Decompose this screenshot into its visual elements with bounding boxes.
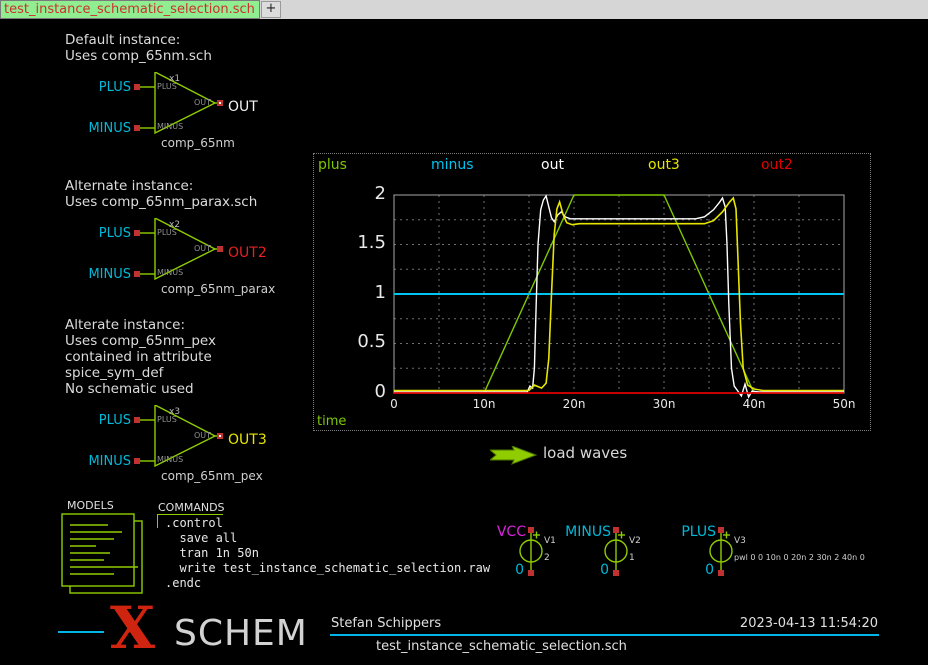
models-stack-icon[interactable] (60, 512, 152, 604)
net-label-out[interactable]: OUT (228, 99, 258, 115)
pin-label-plus: PLUS (157, 415, 177, 424)
net-label-minus[interactable]: MINUS (85, 454, 131, 469)
pin-label-out: OUT (177, 98, 211, 107)
net-label-gnd[interactable]: 0 (595, 562, 609, 578)
pin-label-out: OUT (177, 244, 211, 253)
net-label-plus[interactable]: PLUS (85, 413, 131, 428)
x-tick-30n: 30n (642, 397, 686, 411)
title-block-rule-right (330, 634, 879, 636)
source-designator: V3 (734, 536, 746, 546)
pin-label-minus: MINUS (157, 268, 183, 277)
symbol-name: comp_65nm_pex (161, 469, 263, 483)
x-tick-50n: 50n (822, 397, 866, 411)
x-tick-10n: 10n (462, 397, 506, 411)
title-block-rule-left (58, 631, 104, 633)
x-axis-label: time (317, 414, 346, 429)
y-tick-1-5: 1.5 (342, 232, 386, 253)
load-waves-label: load waves (543, 444, 627, 462)
x-tick-20n: 20n (552, 397, 596, 411)
y-tick-0-5: 0.5 (342, 331, 386, 352)
net-label-plus[interactable]: PLUS (628, 524, 716, 540)
net-label-minus[interactable]: MINUS (85, 267, 131, 282)
net-label-out2[interactable]: OUT2 (228, 245, 267, 261)
schematic-filename: test_instance_schematic_selection.sch (376, 639, 627, 654)
net-label-minus[interactable]: MINUS (523, 524, 611, 540)
instance-heading: Default instance: Uses comp_65nm.sch (65, 32, 212, 64)
tab-current-schematic[interactable]: test_instance_schematic_selection.sch (0, 0, 260, 19)
author-name: Stefan Schippers (331, 616, 441, 631)
xschem-logo-text: SCHEM (174, 614, 308, 654)
models-label: MODELS (67, 499, 114, 512)
pin-label-plus: PLUS (157, 228, 177, 237)
symbol-name: comp_65nm (161, 136, 235, 150)
commands-label: COMMANDS (158, 501, 225, 514)
instance-heading: Alternate instance: Uses comp_65nm_parax… (65, 178, 257, 210)
net-label-gnd[interactable]: 0 (700, 562, 714, 578)
voltage-source-v3[interactable]: PLUS V3 pwl 0 0 10n 0 20n 2 30n 2 40n 0 … (688, 524, 868, 582)
y-tick-2: 2 (342, 183, 386, 204)
comparator-symbol-x1[interactable]: PLUS MINUS OUT x1 PLUS MINUS OUT comp_65… (63, 72, 363, 152)
pin-label-plus: PLUS (157, 82, 177, 91)
timestamp: 2023-04-13 11:54:20 (700, 616, 878, 631)
net-label-out3[interactable]: OUT3 (228, 432, 267, 448)
legend-out[interactable]: out (541, 157, 564, 173)
symbol-name: comp_65nm_parax (161, 282, 275, 296)
pin-label-minus: MINUS (157, 122, 183, 131)
x-tick-40n: 40n (732, 397, 776, 411)
pin-label-minus: MINUS (157, 455, 183, 464)
net-label-gnd[interactable]: 0 (510, 562, 524, 578)
net-label-plus[interactable]: PLUS (85, 80, 131, 95)
source-value: 2 (544, 553, 550, 563)
y-tick-1: 1 (342, 282, 386, 303)
xschem-logo-x: X (110, 599, 155, 657)
x-tick-0: 0 (372, 397, 416, 411)
waveform-plot-area[interactable] (314, 154, 870, 430)
net-label-plus[interactable]: PLUS (85, 226, 131, 241)
legend-out2[interactable]: out2 (761, 157, 793, 173)
net-label-minus[interactable]: MINUS (85, 121, 131, 136)
instance-heading: Alterate instance: Uses comp_65nm_pex co… (65, 317, 216, 397)
green-arrow-icon (490, 446, 538, 466)
legend-plus[interactable]: plus (318, 157, 347, 173)
legend-out3[interactable]: out3 (648, 157, 680, 173)
source-pwl-value: pwl 0 0 10n 0 20n 2 30n 2 40n 0 (734, 553, 865, 562)
new-tab-button[interactable]: + (261, 1, 281, 18)
xschem-window: test_instance_schematic_selection.sch + … (0, 0, 928, 665)
pin-label-out: OUT (177, 431, 211, 440)
net-label-vcc[interactable]: VCC (438, 524, 526, 540)
tab-bar: test_instance_schematic_selection.sch + (0, 0, 928, 19)
waveform-graph[interactable]: plus minus out out3 out2 2 1.5 1 0.5 0 0… (313, 153, 871, 431)
source-value: 1 (629, 553, 635, 563)
legend-minus[interactable]: minus (431, 157, 474, 173)
